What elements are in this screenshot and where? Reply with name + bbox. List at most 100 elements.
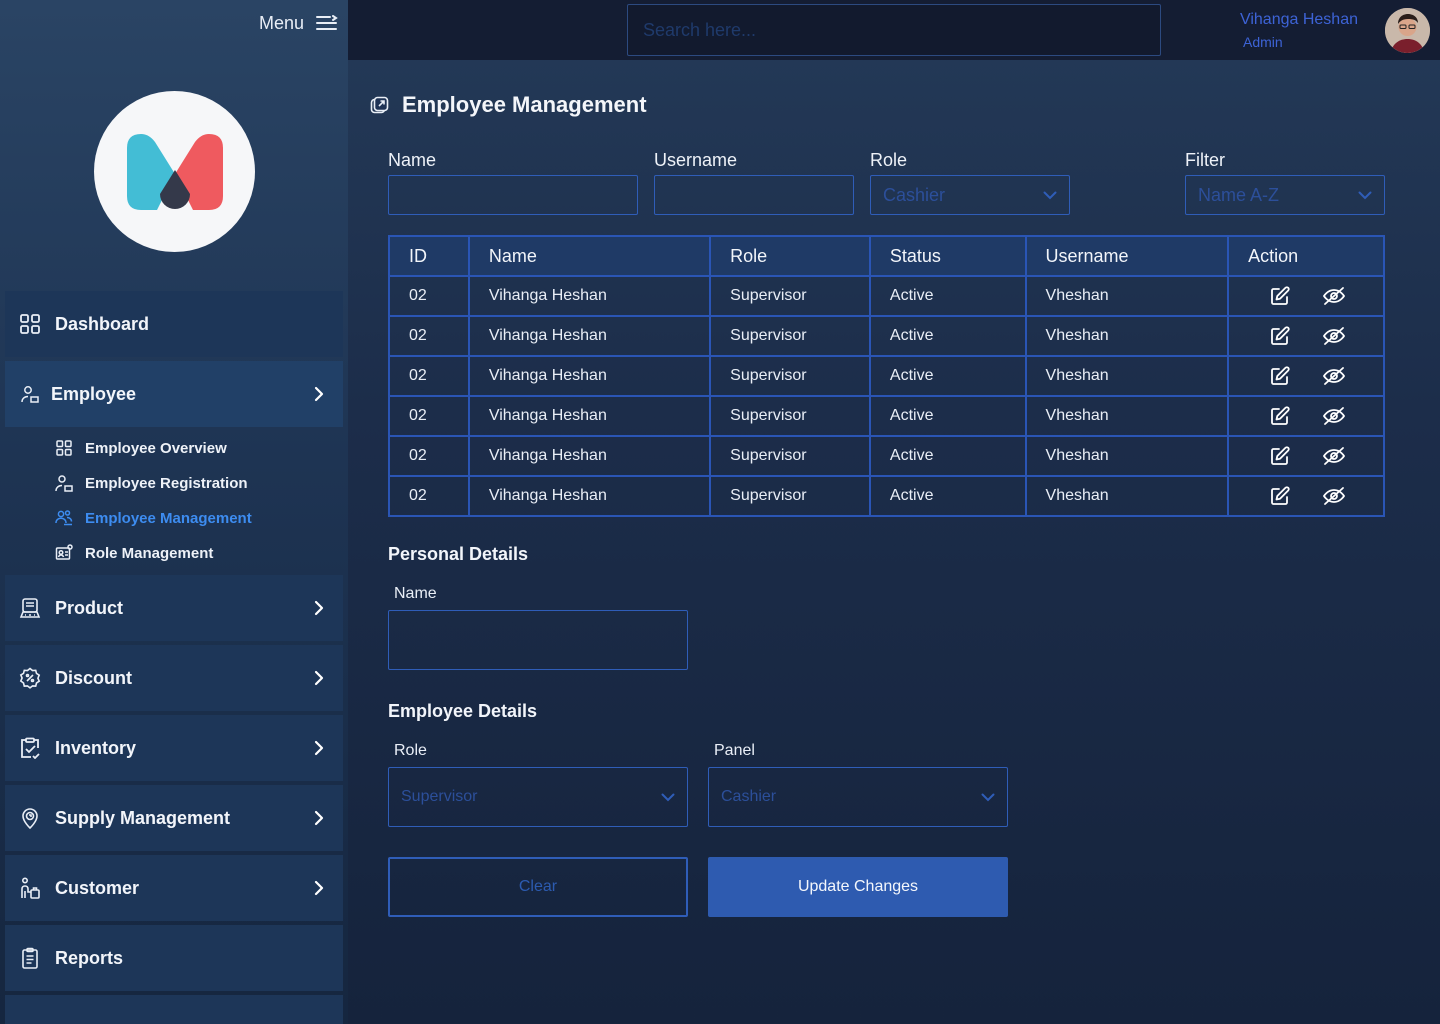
nav-product-label: Product xyxy=(55,597,124,618)
employee-role-label: Role xyxy=(394,742,427,759)
eye-off-icon[interactable] xyxy=(1322,446,1346,466)
row-actions xyxy=(1229,446,1383,466)
cell-role: Supervisor xyxy=(709,315,871,357)
sub-employee-overview-label: Employee Overview xyxy=(85,439,227,457)
col-name-header[interactable]: Name xyxy=(467,235,712,277)
filter-name-input[interactable] xyxy=(388,175,638,215)
sub-employee-management-label: Employee Management xyxy=(85,509,252,527)
eye-off-icon[interactable] xyxy=(1322,366,1346,386)
user-add-icon xyxy=(55,474,73,492)
filter-username-label: Username xyxy=(654,150,738,170)
filter-role-label: Role xyxy=(870,150,908,170)
col-id-header[interactable]: ID xyxy=(388,235,470,277)
sub-role-management[interactable]: Role Management xyxy=(55,541,213,565)
col-action-header: Action xyxy=(1227,235,1385,277)
table-row[interactable]: 02 Vihanga Heshan Supervisor Active Vheshan xyxy=(388,395,1385,437)
cell-username: Vheshan xyxy=(1024,395,1230,437)
eye-off-icon[interactable] xyxy=(1322,326,1346,346)
update-changes-button[interactable]: Update Changes xyxy=(708,857,1008,917)
chevron-right-icon xyxy=(313,878,325,898)
employee-role-value: Supervisor xyxy=(401,788,478,805)
page-header: Employee Management xyxy=(370,92,647,118)
nav-reports[interactable]: Reports xyxy=(5,925,343,991)
cell-name: Vihanga Heshan xyxy=(467,275,712,317)
cell-role: Supervisor xyxy=(709,275,871,317)
filter-username-input[interactable] xyxy=(654,175,854,215)
page-title: Employee Management xyxy=(402,92,647,117)
nav-employee[interactable]: Employee xyxy=(5,361,343,427)
chevron-down-icon xyxy=(661,793,675,802)
employee-panel-select[interactable]: Cashier xyxy=(708,767,1008,827)
col-status-header[interactable]: Status xyxy=(868,235,1027,277)
nav-discount[interactable]: Discount xyxy=(5,645,343,711)
cell-username: Vheshan xyxy=(1024,355,1230,397)
edit-icon[interactable] xyxy=(1270,446,1290,466)
cell-name: Vihanga Heshan xyxy=(467,435,712,477)
cell-id: 02 xyxy=(388,395,470,437)
filter-role-select[interactable]: Cashier xyxy=(870,175,1070,215)
cell-id: 02 xyxy=(388,315,470,357)
row-actions xyxy=(1229,326,1383,346)
nav-supply-management[interactable]: Supply Management xyxy=(5,785,343,851)
menu-toggle-button[interactable]: Menu xyxy=(259,10,338,36)
chevron-right-icon xyxy=(313,808,325,828)
table-header-row: ID Name Role Status Username Action xyxy=(388,235,1385,277)
nav-customer[interactable]: Customer xyxy=(5,855,343,921)
edit-icon[interactable] xyxy=(1270,486,1290,506)
cell-id: 02 xyxy=(388,275,470,317)
nav-supply-management-label: Supply Management xyxy=(55,807,231,828)
clear-button[interactable]: Clear xyxy=(388,857,688,917)
chevron-right-icon xyxy=(313,738,325,758)
table-row[interactable]: 02 Vihanga Heshan Supervisor Active Vheshan xyxy=(388,315,1385,357)
col-role-header[interactable]: Role xyxy=(709,235,871,277)
table-row[interactable]: 02 Vihanga Heshan Supervisor Active Vheshan xyxy=(388,475,1385,517)
personal-name-input[interactable] xyxy=(388,610,688,670)
edit-icon[interactable] xyxy=(1270,366,1290,386)
cell-name: Vihanga Heshan xyxy=(467,355,712,397)
filter-sort-label: Filter xyxy=(1185,150,1225,170)
employee-panel-label: Panel xyxy=(714,742,755,759)
eye-off-icon[interactable] xyxy=(1322,286,1346,306)
nav-dashboard[interactable]: Dashboard xyxy=(5,291,343,357)
edit-icon[interactable] xyxy=(1270,286,1290,306)
eye-off-icon[interactable] xyxy=(1322,406,1346,426)
cell-role: Supervisor xyxy=(709,475,871,517)
chevron-down-icon xyxy=(1043,191,1057,200)
sub-employee-management[interactable]: Employee Management xyxy=(55,506,252,530)
cell-username: Vheshan xyxy=(1024,475,1230,517)
row-actions xyxy=(1229,366,1383,386)
sub-employee-registration[interactable]: Employee Registration xyxy=(55,471,248,495)
eye-off-icon[interactable] xyxy=(1322,486,1346,506)
sub-employee-overview[interactable]: Employee Overview xyxy=(55,436,227,460)
edit-icon[interactable] xyxy=(1270,326,1290,346)
nav-inventory-label: Inventory xyxy=(55,737,137,758)
table-row[interactable]: 02 Vihanga Heshan Supervisor Active Vheshan xyxy=(388,435,1385,477)
cell-status: Active xyxy=(868,275,1027,317)
row-actions xyxy=(1229,286,1383,306)
nav-inventory[interactable]: Inventory xyxy=(5,715,343,781)
app-logo xyxy=(94,91,255,252)
external-link-icon xyxy=(370,96,389,115)
search-input[interactable] xyxy=(627,4,1161,56)
table-row[interactable]: 02 Vihanga Heshan Supervisor Active Vheshan xyxy=(388,275,1385,317)
employee-role-select[interactable]: Supervisor xyxy=(388,767,688,827)
grid-icon xyxy=(55,439,73,457)
cell-name: Vihanga Heshan xyxy=(467,395,712,437)
customer-icon xyxy=(19,877,41,899)
avatar[interactable] xyxy=(1385,8,1430,53)
nav-customer-label: Customer xyxy=(55,877,140,898)
table-row[interactable]: 02 Vihanga Heshan Supervisor Active Vheshan xyxy=(388,355,1385,397)
users-manage-icon xyxy=(55,509,73,527)
edit-icon[interactable] xyxy=(1270,406,1290,426)
cell-status: Active xyxy=(868,475,1027,517)
nav-item-partial[interactable] xyxy=(5,995,343,1024)
filter-sort-select[interactable]: Name A-Z xyxy=(1185,175,1385,215)
cell-action xyxy=(1227,275,1385,317)
user-name: Vihanga Heshan xyxy=(1239,11,1358,28)
cell-status: Active xyxy=(868,315,1027,357)
col-username-header[interactable]: Username xyxy=(1024,235,1230,277)
personal-details-title: Personal Details xyxy=(388,544,529,564)
cell-action xyxy=(1227,475,1385,517)
nav-product[interactable]: Product xyxy=(5,575,343,641)
cell-id: 02 xyxy=(388,475,470,517)
